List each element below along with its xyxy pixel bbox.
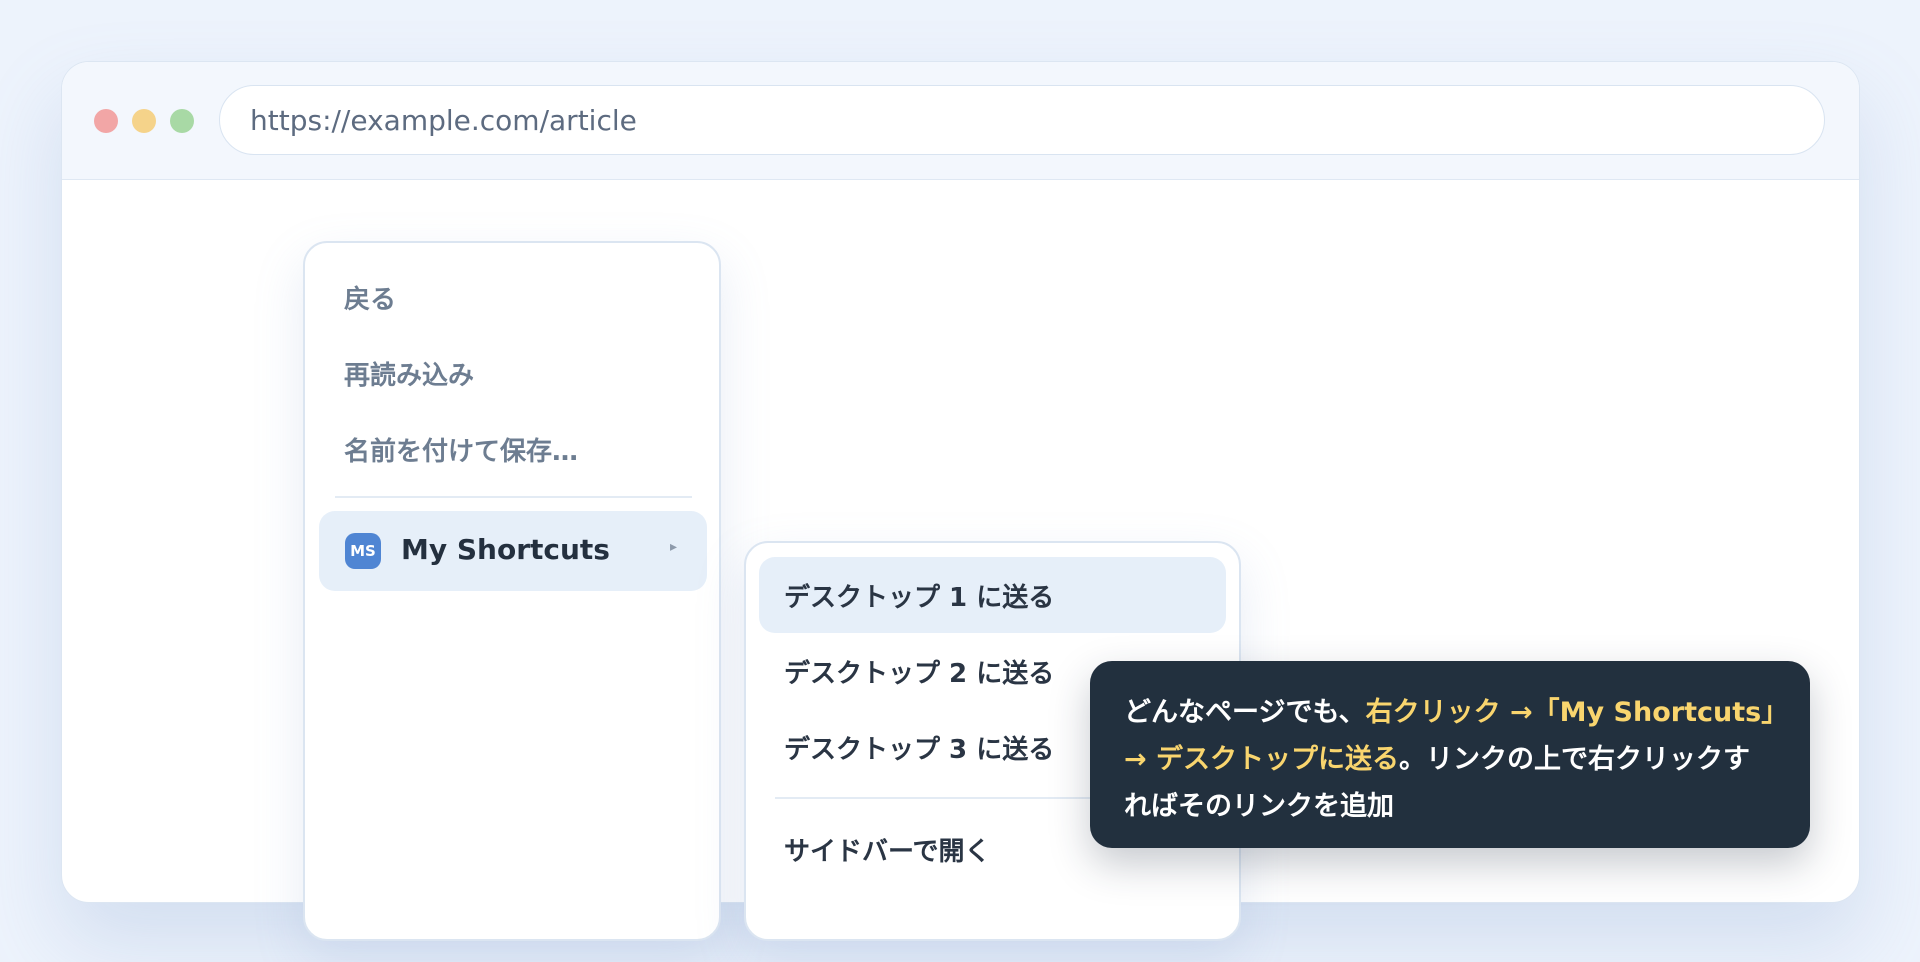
submenu-item-send-desktop-3[interactable]: デスクトップ 3 に送る	[784, 729, 1054, 766]
submenu-item-send-desktop-2[interactable]: デスクトップ 2 に送る	[784, 653, 1054, 690]
instruction-tooltip: どんなページでも、右クリック →「My Shortcuts」→ デスクトップに送…	[1090, 661, 1810, 848]
menu-item-back[interactable]: 戻る	[344, 279, 396, 316]
maximize-window-dot[interactable]	[170, 109, 194, 133]
tooltip-text-intro: どんなページでも、	[1124, 697, 1366, 728]
address-bar[interactable]: https://example.com/article	[219, 85, 1825, 155]
my-shortcuts-label: My Shortcuts	[401, 533, 610, 566]
close-window-dot[interactable]	[94, 109, 118, 133]
minimize-window-dot[interactable]	[132, 109, 156, 133]
menu-item-reload[interactable]: 再読み込み	[344, 355, 474, 392]
address-bar-url: https://example.com/article	[250, 103, 637, 137]
chevron-right-icon: ▸	[669, 539, 677, 555]
my-shortcuts-logo-icon: MS	[345, 533, 381, 569]
menu-item-my-shortcuts[interactable]: MS My Shortcuts ▸	[319, 511, 707, 591]
menu-divider	[335, 496, 692, 498]
context-menu: 戻る 再読み込み 名前を付けて保存… MS My Shortcuts ▸	[303, 241, 721, 941]
submenu-item-send-desktop-1[interactable]: デスクトップ 1 に送る	[784, 577, 1054, 614]
submenu-item-open-sidebar[interactable]: サイドバーで開く	[784, 831, 990, 868]
menu-item-save-as[interactable]: 名前を付けて保存…	[344, 431, 578, 468]
browser-titlebar: https://example.com/article	[62, 62, 1859, 180]
